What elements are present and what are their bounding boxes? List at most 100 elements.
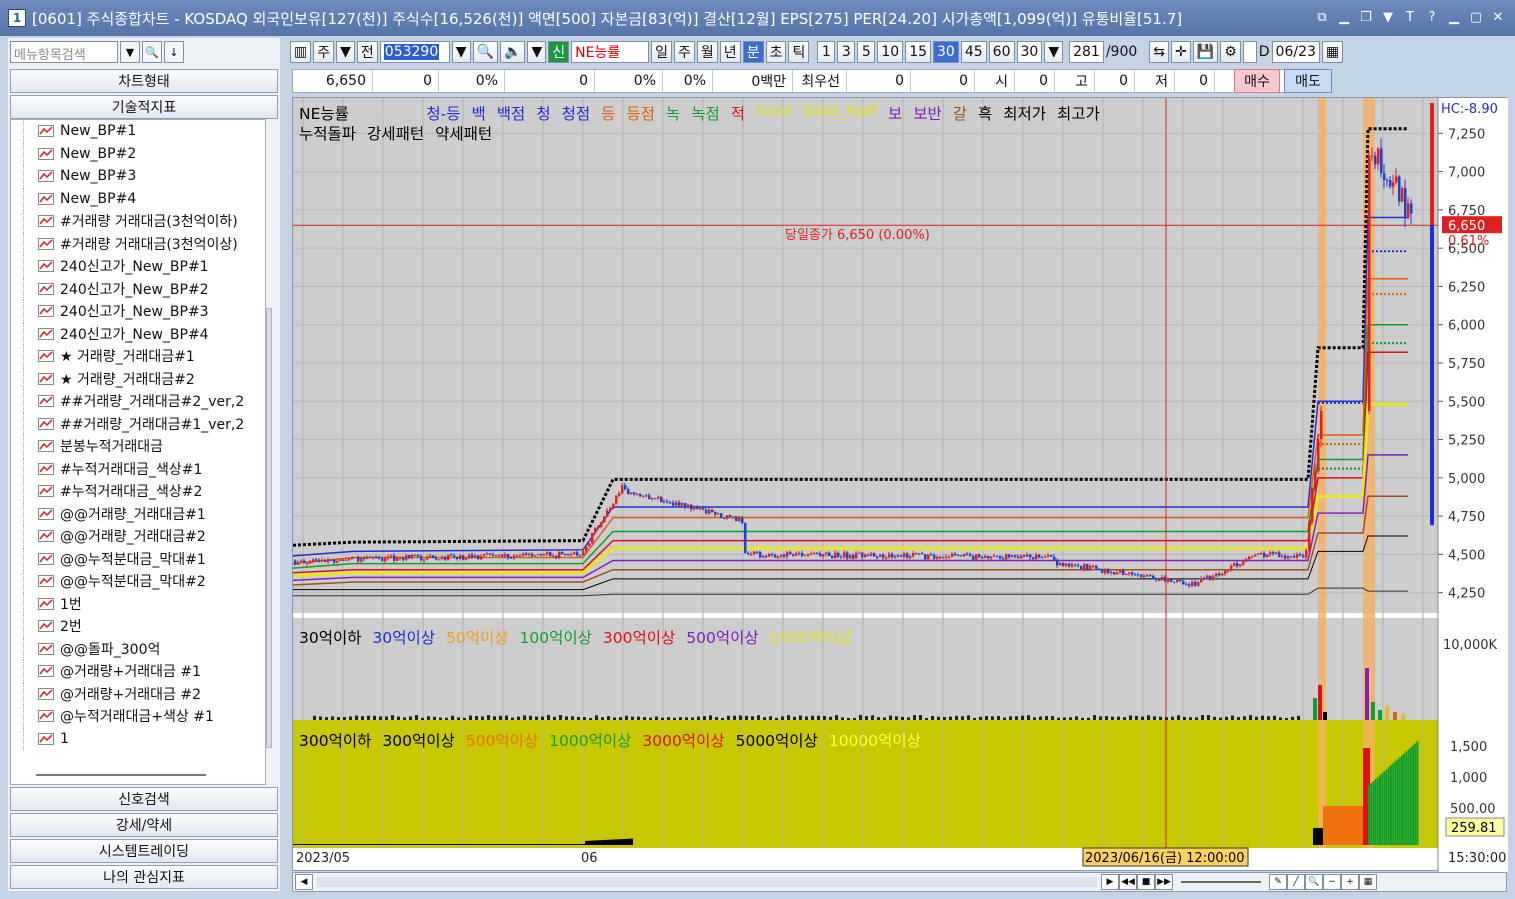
- stock-type-dropdown-icon[interactable]: ▼: [336, 41, 355, 63]
- indicator-item[interactable]: ★ 거래량_거래대금#1: [23, 345, 265, 368]
- crosshair-icon[interactable]: ✛: [1171, 41, 1191, 63]
- indicator-item[interactable]: @거래량+거래대금 #2: [23, 682, 265, 705]
- close-icon[interactable]: ✕: [1489, 8, 1507, 26]
- legend-item[interactable]: NE능률: [299, 102, 349, 124]
- period-button[interactable]: 틱: [788, 41, 810, 63]
- interval-button[interactable]: 45: [960, 41, 987, 63]
- legend-item[interactable]: 백: [472, 102, 486, 124]
- interval-button[interactable]: 5: [857, 41, 876, 63]
- legend-item[interactable]: 500억이상: [686, 626, 758, 648]
- legend-item[interactable]: 50억이상: [446, 626, 509, 648]
- indicator-item[interactable]: @@거래량_거래대금#2: [23, 525, 265, 548]
- indicator-item[interactable]: New_BP#3: [23, 165, 265, 188]
- font-icon[interactable]: T: [1401, 8, 1419, 26]
- indicator-item[interactable]: 240신고가_New_BP#2: [23, 277, 265, 300]
- legend-item[interactable]: 강세패턴: [367, 122, 424, 144]
- splitter[interactable]: [36, 774, 206, 776]
- indicator-item[interactable]: @거래량+거래대금 #1: [23, 660, 265, 683]
- indicator-item[interactable]: @@거래량_거래대금#1: [23, 502, 265, 525]
- interval-select[interactable]: 30: [1016, 41, 1043, 63]
- chart-type-button[interactable]: 차트형태: [10, 69, 278, 93]
- indicator-item[interactable]: 240신고가_New_BP#3: [23, 300, 265, 323]
- interval-button[interactable]: 60: [988, 41, 1015, 63]
- indicator-item[interactable]: 1: [23, 727, 265, 750]
- legend-item[interactable]: 누적돌파: [299, 122, 356, 144]
- pin-icon[interactable]: ▼: [1379, 8, 1397, 26]
- indicator-item[interactable]: @누적거래대금+색상 #1: [23, 705, 265, 728]
- interval-dropdown-icon[interactable]: ▼: [1044, 41, 1064, 63]
- legend-item[interactable]: 등점: [626, 102, 655, 124]
- scroll-track[interactable]: [317, 877, 1097, 887]
- period-button[interactable]: 주: [674, 41, 695, 63]
- legend-item[interactable]: 등: [601, 102, 615, 124]
- stock-code-input[interactable]: 053290: [379, 41, 450, 63]
- indicator-item[interactable]: #거래량 거래대금(3천억이하): [23, 210, 265, 233]
- sell-button[interactable]: 매도: [1284, 69, 1332, 93]
- grid-icon[interactable]: ▦: [1359, 874, 1377, 890]
- legend-item[interactable]: 100억이상: [520, 626, 592, 648]
- indicator-item[interactable]: #누적거래대금_색상#2: [23, 480, 265, 503]
- legend-item[interactable]: 약세패턴: [435, 122, 492, 144]
- legend-item[interactable]: High-청: [360, 102, 415, 124]
- search-icon[interactable]: 🔍: [472, 41, 499, 63]
- indicator-item[interactable]: New_BP#4: [23, 187, 265, 210]
- prev-button[interactable]: 전: [356, 41, 378, 63]
- legend-item[interactable]: 3000억이상: [642, 729, 724, 751]
- search-icon[interactable]: 🔍: [142, 41, 162, 63]
- legend-item[interactable]: 30억이상: [373, 626, 436, 648]
- legend-item[interactable]: 적: [731, 102, 745, 124]
- legend-item[interactable]: 30억이하: [299, 626, 362, 648]
- period-button[interactable]: 분: [742, 41, 764, 63]
- help-icon[interactable]: ?: [1423, 8, 1441, 26]
- minimize-layout-icon[interactable]: ▁: [1335, 8, 1353, 26]
- compare-icon[interactable]: ⇆: [1149, 41, 1170, 63]
- indicator-item[interactable]: 2번: [23, 615, 265, 638]
- legend-item[interactable]: 500억이상: [466, 729, 538, 751]
- line-tool-icon[interactable]: ╱: [1287, 874, 1305, 890]
- buy-button[interactable]: 매수: [1234, 69, 1280, 93]
- legend-item[interactable]: 300억이상: [603, 626, 675, 648]
- legend-item[interactable]: 녹점: [691, 102, 720, 124]
- chart-menu-icon[interactable]: ▥: [290, 41, 312, 63]
- interval-button[interactable]: 3: [837, 41, 856, 63]
- period-button[interactable]: 월: [696, 41, 718, 63]
- period-button[interactable]: 초: [765, 41, 787, 63]
- maximize-icon[interactable]: ▢: [1467, 8, 1485, 26]
- calendar-icon[interactable]: ▦: [1321, 41, 1344, 63]
- tech-indicator-button[interactable]: 기술적지표: [10, 95, 278, 119]
- legend-item[interactable]: 녹: [666, 102, 680, 124]
- restore-layout-icon[interactable]: ⧉: [1313, 8, 1331, 26]
- stock-name-field[interactable]: NE능률: [571, 41, 650, 63]
- indicator-item[interactable]: 240신고가_New_BP#4: [23, 322, 265, 345]
- menu-search-input[interactable]: 메뉴항목검색: [10, 41, 118, 63]
- indicator-item[interactable]: ##거래량_거래대금#2_ver,2: [23, 390, 265, 413]
- draw-tool-icon[interactable]: ✎: [1269, 874, 1287, 890]
- down-arrow-icon[interactable]: ↓: [164, 41, 184, 63]
- indicator-item[interactable]: ★ 거래량_거래대금#2: [23, 367, 265, 390]
- indicator-item[interactable]: #거래량 거래대금(3천억이상): [23, 232, 265, 255]
- indicator-item[interactable]: 1번: [23, 592, 265, 615]
- credit-badge[interactable]: 신: [548, 41, 570, 63]
- legend-item[interactable]: 10000억이상: [829, 729, 921, 751]
- play-icon[interactable]: ▶: [1101, 874, 1119, 890]
- legend-item[interactable]: 흑: [978, 102, 992, 124]
- tree-scrollbar[interactable]: [266, 308, 272, 748]
- period-button[interactable]: 일: [651, 41, 673, 63]
- save-icon[interactable]: 💾: [1192, 41, 1219, 63]
- interval-button[interactable]: 15: [905, 41, 932, 63]
- count-input[interactable]: 281: [1069, 41, 1104, 63]
- period-button[interactable]: 년: [719, 41, 741, 63]
- indicator-item[interactable]: New_BP#2: [23, 142, 265, 165]
- legend-item[interactable]: 300억이하: [299, 729, 371, 751]
- strength-button[interactable]: 강세/약세: [10, 813, 278, 837]
- chart-scrollbar[interactable]: ◀ ▶ ◀◀ ■ ▶▶ ✎ ╱ 🔍 − + ▦: [292, 872, 1507, 892]
- legend-item[interactable]: 백점: [497, 102, 526, 124]
- zoom-slider[interactable]: [1181, 881, 1261, 883]
- indicator-item[interactable]: @@돌파_300억: [23, 637, 265, 660]
- sound-icon[interactable]: 🔈: [500, 41, 526, 63]
- rewind-icon[interactable]: ◀◀: [1119, 874, 1137, 890]
- zoom-icon[interactable]: 🔍: [1305, 874, 1323, 890]
- legend-item[interactable]: 보: [888, 102, 902, 124]
- indicator-item[interactable]: 분봉누적거래대금: [23, 435, 265, 458]
- legend-item[interactable]: 청-등: [426, 102, 460, 124]
